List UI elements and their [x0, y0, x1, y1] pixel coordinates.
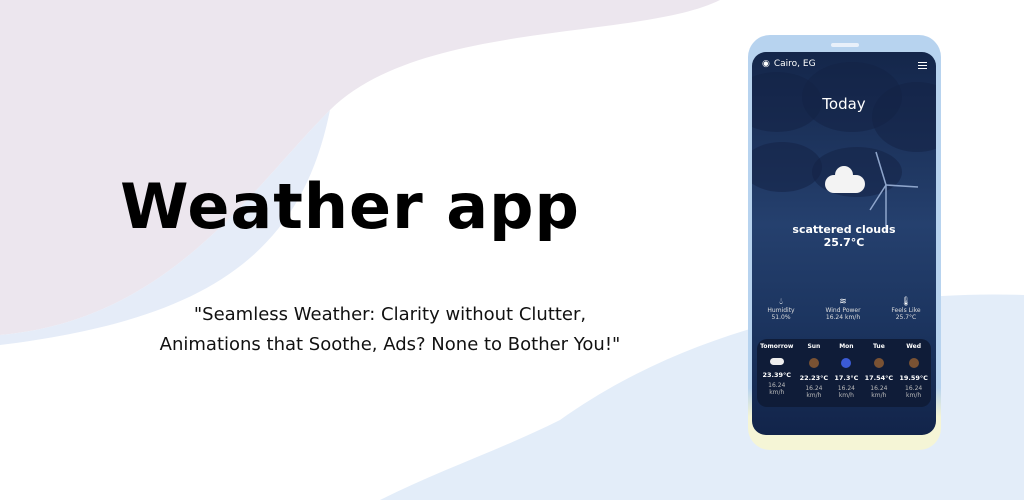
forecast-wind-unit: km/h: [769, 389, 785, 396]
tagline-line-2: Animations that Soothe, Ads? None to Bot…: [159, 334, 621, 355]
location-label: Cairo, EG: [773, 59, 816, 69]
moon-icon: [873, 358, 884, 368]
forecast-day-label: Wed: [906, 343, 922, 350]
today-heading: Today: [822, 95, 866, 113]
forecast-temp: 22.23°C: [799, 374, 829, 382]
tagline: "Seamless Weather: Clarity without Clutt…: [90, 300, 690, 360]
forecast-day[interactable]: Sun 22.23°C 16.24 km/h: [800, 343, 829, 407]
forecast-day[interactable]: Wed 19.59°C 16.24 km/h: [899, 343, 928, 407]
rain-cloud-icon: [841, 358, 852, 368]
forecast-day-label: Sun: [807, 343, 821, 350]
forecast-wind-unit: km/h: [906, 392, 922, 399]
forecast-temp: 17.3°C: [834, 374, 859, 382]
location-pin-icon: ◉: [762, 59, 770, 69]
temperature: 25.7°C: [823, 236, 865, 249]
forecast-day-label: Tue: [872, 343, 885, 350]
forecast-wind: 16.24: [837, 385, 855, 392]
forecast-temp: 19.59°C: [899, 374, 928, 382]
forecast-day[interactable]: Mon 17.3°C 16.24 km/h: [834, 343, 858, 407]
moon-icon: [908, 358, 919, 368]
tagline-line-1: "Seamless Weather: Clarity without Clutt…: [193, 304, 587, 325]
app-screen: ◉ Cairo, EG Today scattered clouds 25.7°C…: [752, 52, 936, 435]
forecast-wind-unit: km/h: [806, 392, 822, 399]
headline: Weather app: [120, 170, 580, 243]
cloud-icon: [825, 166, 865, 193]
forecast-day[interactable]: Tue 17.54°C 16.24 km/h: [865, 343, 894, 407]
forecast-day-label: Mon: [839, 343, 854, 350]
location[interactable]: ◉ Cairo, EG: [762, 59, 816, 69]
thermometer-icon: 🌡︎: [900, 297, 912, 307]
forecast-day-label: Tomorrow: [760, 343, 794, 350]
forecast-wind: 16.24: [805, 385, 823, 392]
forecast-wind: 16.24: [905, 385, 923, 392]
stat-value: 25.7°C: [895, 314, 917, 321]
forecast-wind: 16.24: [870, 385, 888, 392]
stat-value: 51.0%: [771, 314, 791, 321]
menu-icon[interactable]: [918, 62, 927, 69]
forecast-temp: 17.54°C: [864, 374, 894, 382]
forecast-panel: Tomorrow 23.39°C 16.24 km/h Sun 22.23°C 16.24…: [757, 339, 931, 407]
forecast-day[interactable]: Tomorrow 23.39°C 16.24 km/h: [760, 343, 793, 407]
forecast-wind-unit: km/h: [871, 392, 887, 399]
stat-wind: ≋ Wind Power 16.24 km/h: [825, 297, 860, 321]
forecast-wind: 16.24: [768, 382, 786, 389]
forecast-wind-unit: km/h: [838, 392, 854, 399]
phone-mockup: ◉ Cairo, EG Today scattered clouds 25.7°C…: [748, 35, 941, 450]
stat-feels-like: 🌡︎ Feels Like 25.7°C: [891, 297, 920, 321]
condition: scattered clouds: [792, 223, 896, 236]
cloud-icon: [769, 358, 784, 365]
current-weather: scattered clouds 25.7°C: [752, 223, 936, 249]
stat-value: 16.24 km/h: [825, 314, 861, 321]
moon-icon: [808, 358, 819, 368]
wind-icon: ≋: [839, 297, 847, 307]
stats-row: 💧︎ Humidity 51.0% ≋ Wind Power 16.24 km/h 🌡︎…: [752, 297, 936, 321]
stat-label: Humidity: [767, 307, 795, 314]
stat-label: Feels Like: [891, 307, 921, 314]
phone-speaker: [831, 43, 859, 47]
droplet-icon: 💧︎: [779, 297, 783, 307]
stat-humidity: 💧︎ Humidity 51.0%: [767, 297, 794, 321]
stat-label: Wind Power: [825, 307, 861, 314]
forecast-temp: 23.39°C: [762, 371, 792, 379]
